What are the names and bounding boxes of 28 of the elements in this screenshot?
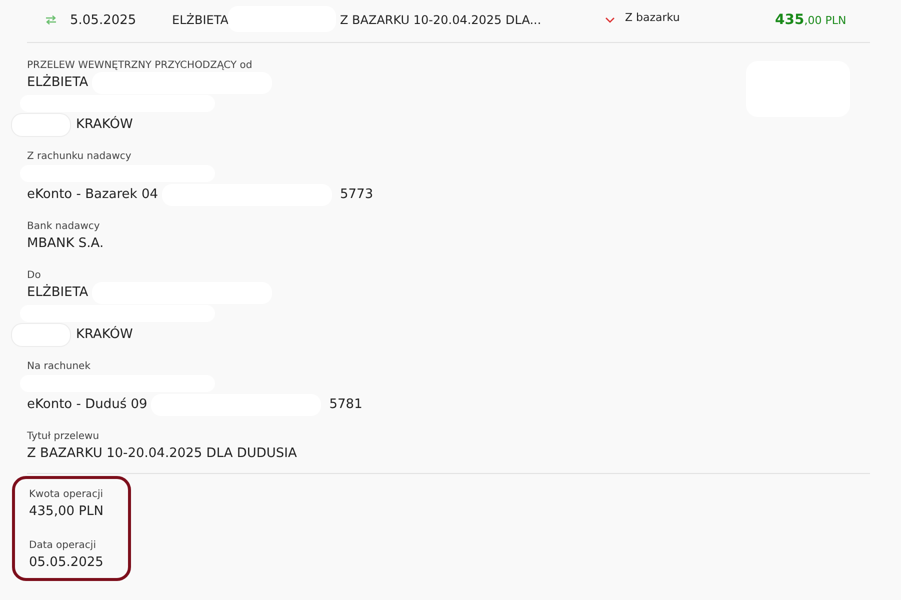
transaction-date: 5.05.2025: [70, 12, 138, 28]
transfer-arrows-icon: [45, 15, 57, 25]
transaction-title: Z BAZARKU 10-20.04.2025 DLA...: [340, 13, 542, 27]
field-label: Tytuł przelewu: [27, 430, 100, 444]
field-value: eKonto - Duduś 09: [27, 396, 148, 414]
category-label: Z bazarku: [625, 11, 681, 24]
field-value: 5773: [340, 186, 374, 204]
field-label: Kwota operacji: [29, 488, 104, 502]
field-value: ELŻBIETA: [27, 73, 88, 92]
field-label: PRZELEW WEWNĘTRZNY PRZYCHODZĄCY od: [27, 59, 254, 73]
field-label: Data operacji: [29, 539, 97, 553]
field-value: 05.05.2025: [29, 554, 104, 572]
counterparty-name: ELŻBIETA: [172, 13, 230, 27]
field-value: 435,00 PLN: [29, 503, 104, 521]
field-label: Do: [27, 269, 42, 283]
field-label: Bank nadawcy: [27, 220, 101, 234]
field-label: Z rachunku nadawcy: [27, 150, 132, 164]
field-label: Na rachunek: [27, 360, 92, 374]
field-value: eKonto - Bazarek 04: [27, 186, 158, 204]
field-value: 5781: [329, 396, 362, 414]
transaction-amount: 435,00 PLN: [775, 12, 846, 28]
field-value: MBANK S.A.: [27, 235, 104, 253]
transaction-row[interactable]: 5.05.2025 ELŻBIETA Z BAZARKU 10-20.04.2025 DLA... Z bazarku 435,00 PLN: [0, 0, 901, 40]
field-value: Z BAZARKU 10-20.04.2025 DLA DUDUSIA: [27, 445, 297, 463]
field-value: KRAKÓW: [76, 115, 133, 134]
field-value: KRAKÓW: [76, 325, 133, 344]
chevron-down-icon[interactable]: [605, 16, 615, 24]
field-value: ELŻBIETA: [27, 283, 88, 302]
